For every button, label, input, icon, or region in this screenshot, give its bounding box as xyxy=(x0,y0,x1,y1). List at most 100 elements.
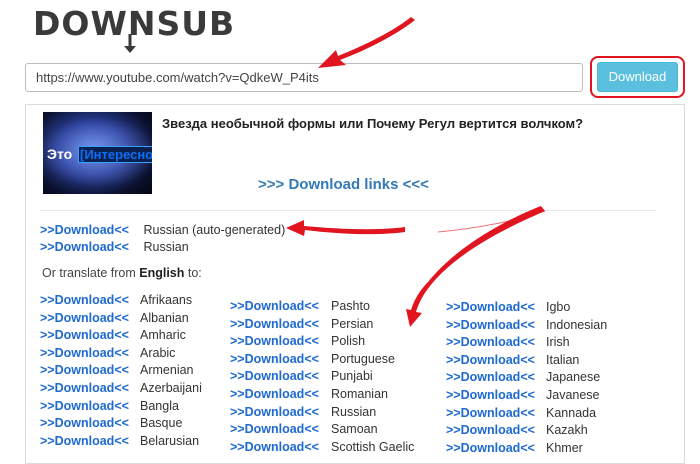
language-label: Armenian xyxy=(140,363,194,378)
download-link[interactable]: >>Download<< xyxy=(40,416,140,430)
download-link[interactable]: >>Download<< xyxy=(230,387,331,401)
language-label: Basque xyxy=(140,416,183,431)
translate-from-text: Or translate from English to: xyxy=(42,266,202,280)
language-label: Javanese xyxy=(546,388,600,402)
download-link[interactable]: >>Download<< xyxy=(230,317,331,331)
download-links-heading: >>> Download links <<< xyxy=(258,176,429,193)
translate-prefix: Or translate from xyxy=(42,266,140,280)
download-link[interactable]: >>Download<< xyxy=(230,334,331,348)
download-row: >>Download<< Basque xyxy=(40,416,182,433)
language-label: Persian xyxy=(331,316,374,331)
download-row: >>Download<< Punjabi xyxy=(230,369,373,386)
thumbnail-text-interesno: [Интересно] xyxy=(78,146,152,163)
download-row: >>Download<< Irish xyxy=(446,335,570,352)
download-link[interactable]: >>Download<< xyxy=(446,423,546,437)
language-label: Russian xyxy=(331,404,377,419)
language-label: Arabic xyxy=(140,345,176,360)
download-link[interactable]: >>Download<< xyxy=(40,434,140,448)
translate-suffix: to: xyxy=(184,266,202,280)
download-link[interactable]: >>Download<< xyxy=(40,293,140,307)
download-row: >>Download<< Amharic xyxy=(40,328,186,345)
download-link[interactable]: >>Download<< xyxy=(446,318,546,332)
download-link[interactable]: >>Download<< xyxy=(230,405,331,419)
download-link[interactable]: >>Download<< xyxy=(446,353,546,367)
download-link[interactable]: >>Download<< xyxy=(446,335,546,349)
download-row: >>Download<< Samoan xyxy=(230,422,378,439)
download-link[interactable]: >>Download<< xyxy=(446,441,546,455)
download-link[interactable]: >>Download<< xyxy=(230,422,331,436)
download-link[interactable]: >>Download<< xyxy=(40,328,140,342)
divider xyxy=(40,210,656,211)
download-link[interactable]: >>Download<< xyxy=(230,352,331,366)
download-row: >>Download<< Scottish Gaelic xyxy=(230,440,414,457)
logo-arrow-icon xyxy=(124,34,136,53)
thumbnail-text-eto: Это xyxy=(47,146,73,162)
download-row-russian: >>Download<< Russian xyxy=(40,240,189,257)
language-label: Japanese xyxy=(546,370,601,385)
language-label: Russian (auto-generated) xyxy=(143,223,286,237)
language-label: Amharic xyxy=(140,328,186,343)
language-label: Samoan xyxy=(331,422,378,437)
download-row: >>Download<< Belarusian xyxy=(40,434,199,451)
language-label: Khmer xyxy=(546,440,583,455)
translate-source-language: English xyxy=(139,266,185,280)
download-row: >>Download<< Javanese xyxy=(446,388,600,405)
language-label: Kannada xyxy=(546,405,597,420)
download-link[interactable]: >>Download<< xyxy=(230,369,331,383)
language-label: Kazakh xyxy=(546,423,588,438)
download-row: >>Download<< Kazakh xyxy=(446,423,588,440)
download-row: >>Download<< Khmer xyxy=(446,441,583,458)
download-row: >>Download<< Igbo xyxy=(446,300,570,317)
download-row: >>Download<< Italian xyxy=(446,353,579,370)
language-label: Albanian xyxy=(140,310,189,325)
video-title: Звезда необычной формы или Почему Регул … xyxy=(162,116,584,131)
download-link[interactable]: >>Download<< xyxy=(446,300,546,314)
download-link[interactable]: >>Download<< xyxy=(40,311,140,325)
download-row: >>Download<< Portuguese xyxy=(230,352,395,369)
youtube-url-input[interactable] xyxy=(25,63,583,92)
language-label: Russian xyxy=(143,240,189,254)
download-row: >>Download<< Romanian xyxy=(230,387,388,404)
download-row: >>Download<< Russian xyxy=(230,405,376,422)
download-row: >>Download<< Bangla xyxy=(40,399,179,416)
download-row: >>Download<< Japanese xyxy=(446,370,600,387)
download-row: >>Download<< Pashto xyxy=(230,299,370,316)
download-link[interactable]: >>Download<< xyxy=(446,406,546,420)
language-label: Portuguese xyxy=(331,351,395,366)
download-row-russian-auto: >>Download<< Russian (auto-generated) xyxy=(40,223,285,240)
language-label: Pashto xyxy=(331,299,370,313)
download-button[interactable]: Download xyxy=(597,62,678,92)
download-row: >>Download<< Polish xyxy=(230,334,365,351)
language-label: Afrikaans xyxy=(140,293,193,307)
language-label: Punjabi xyxy=(331,369,373,384)
download-link[interactable]: >>Download<< xyxy=(446,370,546,384)
language-label: Bangla xyxy=(140,398,179,413)
language-label: Belarusian xyxy=(140,433,200,448)
language-label: Romanian xyxy=(331,387,388,401)
download-link[interactable]: >>Download<< xyxy=(40,223,140,237)
language-label: Igbo xyxy=(546,300,571,314)
language-label: Italian xyxy=(546,352,580,367)
download-row: >>Download<< Persian xyxy=(230,317,373,334)
download-button-highlight: Download xyxy=(590,56,685,98)
download-link[interactable]: >>Download<< xyxy=(40,240,140,254)
language-label: Polish xyxy=(331,334,366,349)
video-thumbnail: Это [Интересно] xyxy=(43,112,152,194)
download-link[interactable]: >>Download<< xyxy=(40,363,140,377)
download-row: >>Download<< Albanian xyxy=(40,311,189,328)
language-label: Indonesian xyxy=(546,317,608,332)
downsub-logo[interactable]: DOWNSUB xyxy=(33,4,234,53)
download-link[interactable]: >>Download<< xyxy=(40,381,140,395)
download-link[interactable]: >>Download<< xyxy=(230,299,331,313)
download-link[interactable]: >>Download<< xyxy=(40,399,140,413)
download-row: >>Download<< Arabic xyxy=(40,346,175,363)
download-link[interactable]: >>Download<< xyxy=(446,388,546,402)
download-row: >>Download<< Azerbaijani xyxy=(40,381,202,398)
language-label: Azerbaijani xyxy=(140,381,202,395)
download-row: >>Download<< Kannada xyxy=(446,406,596,423)
language-label: Irish xyxy=(546,335,570,350)
download-link[interactable]: >>Download<< xyxy=(40,346,140,360)
arrow-to-url-input xyxy=(318,17,415,68)
download-row: >>Download<< Afrikaans xyxy=(40,293,192,310)
download-row: >>Download<< Armenian xyxy=(40,363,194,380)
